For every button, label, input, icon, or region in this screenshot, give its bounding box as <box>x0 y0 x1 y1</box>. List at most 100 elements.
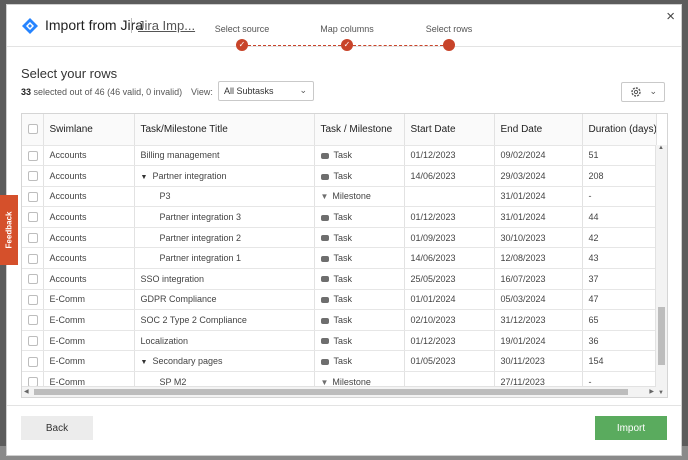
select-all-checkbox[interactable] <box>28 124 38 135</box>
header-select-all[interactable] <box>22 114 44 146</box>
scroll-right-icon[interactable]: ▶ <box>649 388 654 395</box>
row-select-cell[interactable] <box>22 309 44 331</box>
row-checkbox[interactable] <box>28 171 38 182</box>
end-date-cell: 16/07/2023 <box>494 268 583 290</box>
column-header[interactable]: Duration (days) <box>582 114 657 146</box>
row-checkbox[interactable] <box>28 356 38 367</box>
feedback-tab[interactable]: Feedback <box>0 195 18 265</box>
title-text: GDPR Compliance <box>140 294 217 305</box>
rows-table: Swimlane Task/Milestone Title Task / Mil… <box>21 113 668 398</box>
column-header[interactable]: Swimlane <box>43 114 135 146</box>
column-header[interactable]: End Date <box>494 114 583 146</box>
start-date-cell: 01/12/2023 <box>404 145 495 167</box>
scroll-left-icon[interactable]: ◀ <box>24 388 29 395</box>
selected-count: 33 <box>21 87 32 97</box>
table-row[interactable]: Accounts Partner integration 1 Task 14/06/2… <box>22 247 657 270</box>
close-icon[interactable]: × <box>666 8 675 25</box>
type-cell: Task <box>314 227 405 249</box>
swimlane-cell: Accounts <box>43 227 135 249</box>
title-text: Partner integration 3 <box>159 212 242 223</box>
table-row[interactable]: Accounts Partner integration 3 Task 01/12/2… <box>22 206 657 228</box>
row-checkbox[interactable] <box>28 212 38 223</box>
scroll-up-icon[interactable]: ▲ <box>658 145 664 151</box>
title-text: SOC 2 Type 2 Compliance <box>140 315 247 326</box>
row-select-cell[interactable] <box>22 330 44 352</box>
vertical-scrollbar[interactable]: ▲ ▼ <box>655 145 667 397</box>
duration-cell: 43 <box>582 247 657 270</box>
row-select-cell[interactable] <box>22 247 44 270</box>
expand-caret-icon[interactable]: ▼ <box>141 359 148 366</box>
step-connector <box>248 45 341 46</box>
row-checkbox[interactable] <box>28 253 38 264</box>
task-icon <box>320 152 329 159</box>
end-date-cell: 30/10/2023 <box>494 227 583 249</box>
row-checkbox[interactable] <box>28 191 38 202</box>
table-row[interactable]: Accounts SSO integration Task 25/05/2023 16/… <box>22 268 657 290</box>
row-checkbox[interactable] <box>28 335 38 346</box>
column-header[interactable]: Start Date <box>404 114 495 146</box>
type-text: Task <box>333 335 353 346</box>
column-header[interactable]: Task/Milestone Title <box>134 114 315 146</box>
column-header[interactable]: Task / Milestone <box>314 114 405 146</box>
title-cell: SSO integration <box>134 268 315 290</box>
title-text: P3 <box>159 191 171 202</box>
feedback-label: Feedback <box>4 211 14 249</box>
end-date-cell: 12/08/2023 <box>494 247 583 270</box>
type-text: Task <box>333 212 353 223</box>
row-select-cell[interactable] <box>22 165 44 187</box>
row-select-cell[interactable] <box>22 268 44 290</box>
type-cell: Task <box>314 206 405 228</box>
chevron-down-icon: ⌄ <box>649 86 657 96</box>
row-select-cell[interactable] <box>22 350 44 373</box>
type-cell: Task <box>314 350 405 373</box>
back-button[interactable]: Back <box>21 416 93 440</box>
row-checkbox[interactable] <box>28 150 38 161</box>
row-checkbox[interactable] <box>28 294 38 305</box>
row-select-cell[interactable] <box>22 289 44 311</box>
table-row[interactable]: Accounts P3 ▼ Milestone 31/01/2024- <box>22 186 657 208</box>
scroll-thumb[interactable] <box>658 307 665 365</box>
start-date-cell <box>404 186 495 208</box>
view-label: View: <box>191 87 213 97</box>
row-checkbox[interactable] <box>28 232 38 243</box>
step-check-icon: ✓ <box>341 39 353 51</box>
selection-count: 33 selected out of 46 (46 valid, 0 inval… <box>21 87 182 97</box>
dialog-footer: Back Import <box>7 405 681 455</box>
source-link[interactable]: Jira Imp... <box>131 18 195 33</box>
row-select-cell[interactable] <box>22 227 44 249</box>
title-text: Secondary pages <box>152 356 223 367</box>
start-date-cell: 01/09/2023 <box>404 227 495 249</box>
end-date-cell: 31/01/2024 <box>494 186 583 208</box>
milestone-icon: ▼ <box>320 192 329 202</box>
row-checkbox[interactable] <box>28 274 38 285</box>
view-select[interactable]: All Subtasks ⌄ <box>218 81 314 101</box>
duration-cell: - <box>582 186 657 208</box>
table-row[interactable]: Accounts Billing management Task 01/12/2023… <box>22 145 657 167</box>
table-row[interactable]: Accounts Partner integration 2 Task 01/09/2… <box>22 227 657 249</box>
title-cell: P3 <box>134 186 315 208</box>
gear-icon <box>631 87 641 97</box>
table-row[interactable]: Accounts ▼ Partner integration Task 14/06/20… <box>22 165 657 187</box>
row-select-cell[interactable] <box>22 206 44 228</box>
step-current-dot <box>443 39 455 51</box>
stepper: Select source Map columns Select rows ✓ … <box>212 21 477 51</box>
row-checkbox[interactable] <box>28 315 38 326</box>
table-row[interactable]: E-Comm SOC 2 Type 2 Compliance Task 02/10/2… <box>22 309 657 331</box>
import-button[interactable]: Import <box>595 416 667 440</box>
table-row[interactable]: E-Comm Localization Task 01/12/2023 19/01/20… <box>22 330 657 352</box>
type-cell: Task <box>314 145 405 167</box>
task-icon <box>320 255 329 262</box>
title-text: SSO integration <box>140 273 205 284</box>
scroll-down-icon[interactable]: ▼ <box>658 390 664 396</box>
row-select-cell[interactable] <box>22 145 44 167</box>
row-select-cell[interactable] <box>22 186 44 208</box>
settings-button[interactable]: ⌄ <box>621 82 665 102</box>
title-cell: ▼ Partner integration <box>134 165 315 187</box>
table-row[interactable]: E-Comm GDPR Compliance Task 01/01/2024 05/03… <box>22 289 657 311</box>
expand-caret-icon[interactable]: ▼ <box>141 174 148 181</box>
horizontal-scrollbar[interactable]: ◀ ▶ <box>22 386 656 397</box>
table-row[interactable]: E-Comm ▼ Secondary pages Task 01/05/2023 30/1… <box>22 350 657 373</box>
swimlane-cell: Accounts <box>43 247 135 270</box>
duration-cell: 208 <box>582 165 657 187</box>
scroll-thumb[interactable] <box>34 389 628 395</box>
